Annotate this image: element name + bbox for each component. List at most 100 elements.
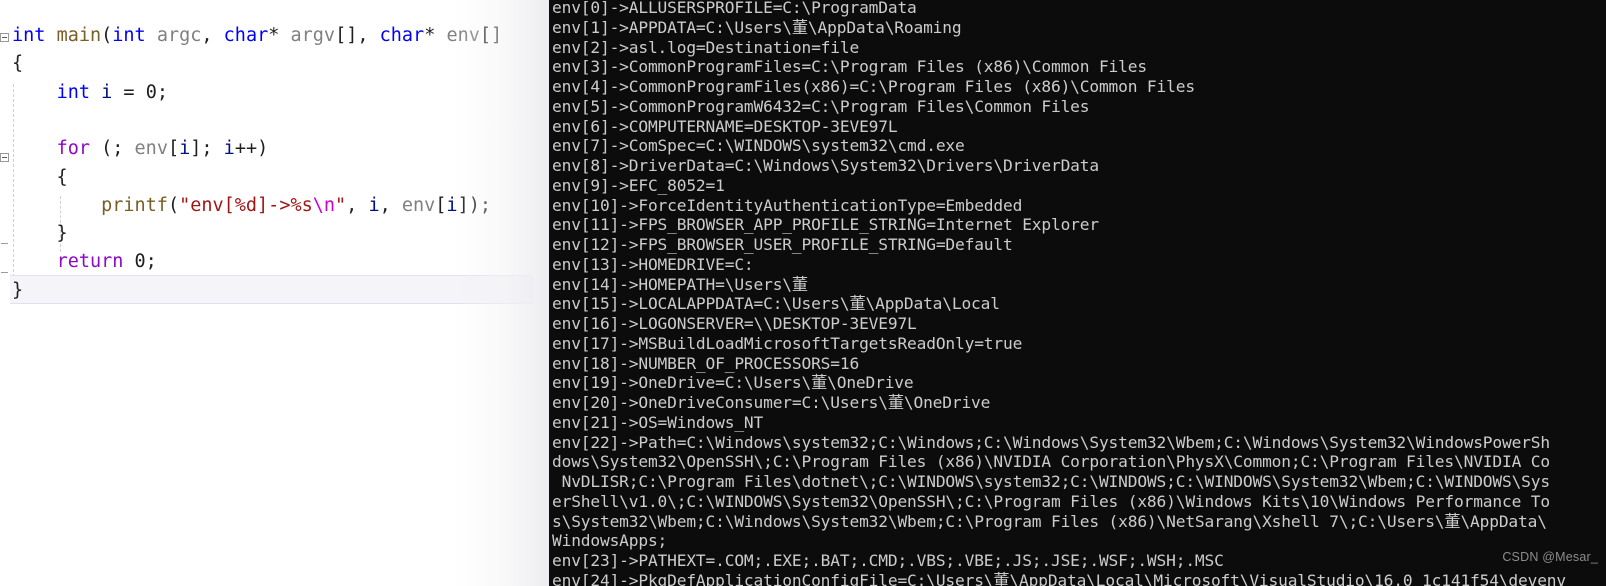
- code-token: return: [56, 251, 124, 273]
- code-line[interactable]: int i = 0;: [12, 79, 168, 107]
- csdn-watermark: CSDN @Mesar_: [1502, 550, 1598, 564]
- code-line[interactable]: }: [12, 220, 68, 248]
- code-token: ;: [145, 251, 157, 273]
- console-output-pane[interactable]: env[0]->ALLUSERSPROFILE=C:\ProgramData en…: [549, 0, 1606, 586]
- code-token: i: [101, 81, 113, 103]
- code-token: char: [379, 25, 425, 46]
- console-line: NvDLISR;C:\Program Files\dotnet\;C:\WIND…: [552, 472, 1551, 491]
- console-line: env[24]->PkgDefApplicationConfigFile=C:\…: [552, 570, 1566, 586]
- code-token: *: [424, 25, 447, 46]
- console-line: WindowsApps;: [552, 531, 668, 551]
- code-token: int: [56, 81, 90, 103]
- console-line: env[2]->asl.log=Destination=file: [552, 37, 860, 57]
- code-token: }: [12, 223, 68, 245]
- code-token: env: [401, 194, 436, 216]
- console-line: env[16]->LOGONSERVER=\\DESKTOP-3EVE97L: [552, 314, 917, 333]
- fold-collapse-icon[interactable]: [0, 33, 9, 42]
- console-line: env[5]->CommonProgramW6432=C:\Program Fi…: [552, 96, 1090, 116]
- code-token: {: [12, 53, 24, 75]
- console-line: env[4]->CommonProgramFiles(x86)=C:\Progr…: [552, 77, 1195, 96]
- console-line: env[8]->DriverData=C:\Windows\System32\D…: [552, 156, 1099, 175]
- code-token: i: [446, 194, 458, 216]
- console-line: env[7]->ComSpec=C:\WINDOWS\system32\cmd.…: [552, 136, 965, 156]
- code-token: (: [101, 25, 113, 46]
- console-line: env[9]->EFC_8052=1: [552, 175, 725, 195]
- code-token: }: [12, 279, 24, 301]
- console-line: env[23]->PATHEXT=.COM;.EXE;.BAT;.CMD;.VB…: [552, 551, 1224, 570]
- fold-collapse-icon[interactable]: [0, 153, 9, 162]
- code-editor-pane[interactable]: int main(int argc, char* argv[], char* e…: [0, 0, 549, 586]
- code-token: [: [167, 138, 180, 160]
- code-token: "env[%d]->%s: [179, 194, 313, 216]
- code-token: (;: [89, 138, 135, 160]
- fold-gutter[interactable]: [0, 0, 10, 586]
- code-line[interactable]: return 0;: [12, 248, 157, 276]
- console-line: env[0]->ALLUSERSPROFILE=C:\ProgramData: [552, 0, 917, 17]
- code-token: ];: [190, 138, 224, 160]
- code-token: argc: [156, 25, 202, 46]
- code-token: int: [12, 25, 46, 46]
- code-token: 0: [134, 251, 146, 273]
- console-line: env[14]->HOMEPATH=\Users\董: [552, 274, 808, 294]
- code-token: char: [223, 25, 269, 46]
- code-token: [: [435, 194, 447, 216]
- code-token: {: [12, 166, 68, 188]
- console-output-text: env[0]->ALLUSERSPROFILE=C:\ProgramData en…: [552, 0, 1566, 586]
- console-line: env[6]->COMPUTERNAME=DESKTOP-3EVE97L: [552, 116, 898, 136]
- code-token: *: [268, 25, 291, 46]
- console-line: env[18]->NUMBER_OF_PROCESSORS=16: [552, 353, 860, 373]
- code-token: ;: [156, 81, 168, 103]
- code-token: env: [134, 138, 168, 160]
- code-token: i: [223, 138, 235, 160]
- code-token: []: [479, 25, 503, 46]
- console-line: env[22]->Path=C:\Windows\system32;C:\Win…: [552, 432, 1550, 452]
- code-token: ]);: [457, 194, 491, 216]
- console-line: env[3]->CommonProgramFiles=C:\Program Fi…: [552, 57, 1147, 77]
- current-line-highlight: [10, 274, 533, 304]
- console-line: env[13]->HOMEDRIVE=C:: [552, 254, 754, 274]
- console-line: s\System32\Wbem;C:\Windows\System32\Wbem…: [552, 511, 1547, 531]
- code-token: [],: [335, 25, 380, 46]
- console-line: env[21]->OS=Windows_NT: [552, 412, 764, 432]
- console-line: env[20]->OneDriveConsumer=C:\Users\董\One…: [552, 393, 991, 412]
- screenshot-root: int main(int argc, char* argv[], char* e…: [0, 0, 1606, 586]
- console-line: dows\System32\OpenSSH\;C:\Program Files …: [552, 452, 1550, 472]
- code-token: argv: [290, 25, 336, 46]
- console-line: env[12]->FPS_BROWSER_USER_PROFILE_STRING…: [552, 235, 1013, 254]
- code-token: i: [368, 194, 380, 216]
- code-token: ,: [346, 194, 369, 216]
- code-line[interactable]: int main(int argc, char* argv[], char* e…: [12, 22, 502, 50]
- code-line[interactable]: {: [12, 164, 68, 192]
- console-line: env[1]->APPDATA=C:\Users\董\AppData\Roami…: [552, 17, 962, 37]
- fold-dash-icon: [1, 243, 8, 244]
- code-token: main: [56, 25, 102, 46]
- code-token: ": [335, 194, 347, 216]
- code-line[interactable]: printf("env[%d]->%s\n", i, env[i]);: [12, 192, 491, 220]
- code-line[interactable]: {: [12, 50, 23, 78]
- code-token: =: [112, 81, 146, 103]
- console-line: env[10]->ForceIdentityAuthenticationType…: [552, 195, 1023, 215]
- code-token: for: [56, 138, 90, 160]
- fold-dash-icon: [1, 272, 8, 273]
- code-token: ,: [379, 194, 402, 216]
- console-line: env[15]->LOCALAPPDATA=C:\Users\董\AppData…: [552, 294, 1000, 314]
- code-token: (: [167, 194, 180, 216]
- code-line[interactable]: }: [12, 277, 23, 305]
- code-token: \n: [312, 194, 336, 216]
- code-token: 0: [145, 81, 157, 103]
- code-token: env: [446, 25, 480, 46]
- code-token: printf: [101, 194, 168, 216]
- code-token: i: [179, 138, 191, 160]
- console-line: erShell\v1.0\;C:\WINDOWS\System32\OpenSS…: [552, 491, 1550, 511]
- code-line[interactable]: for (; env[i]; i++): [12, 135, 269, 163]
- console-line: env[17]->MSBuildLoadMicrosoftTargetsRead…: [552, 333, 1023, 353]
- code-token: ++): [234, 138, 269, 160]
- console-line: env[11]->FPS_BROWSER_APP_PROFILE_STRING=…: [552, 215, 1099, 235]
